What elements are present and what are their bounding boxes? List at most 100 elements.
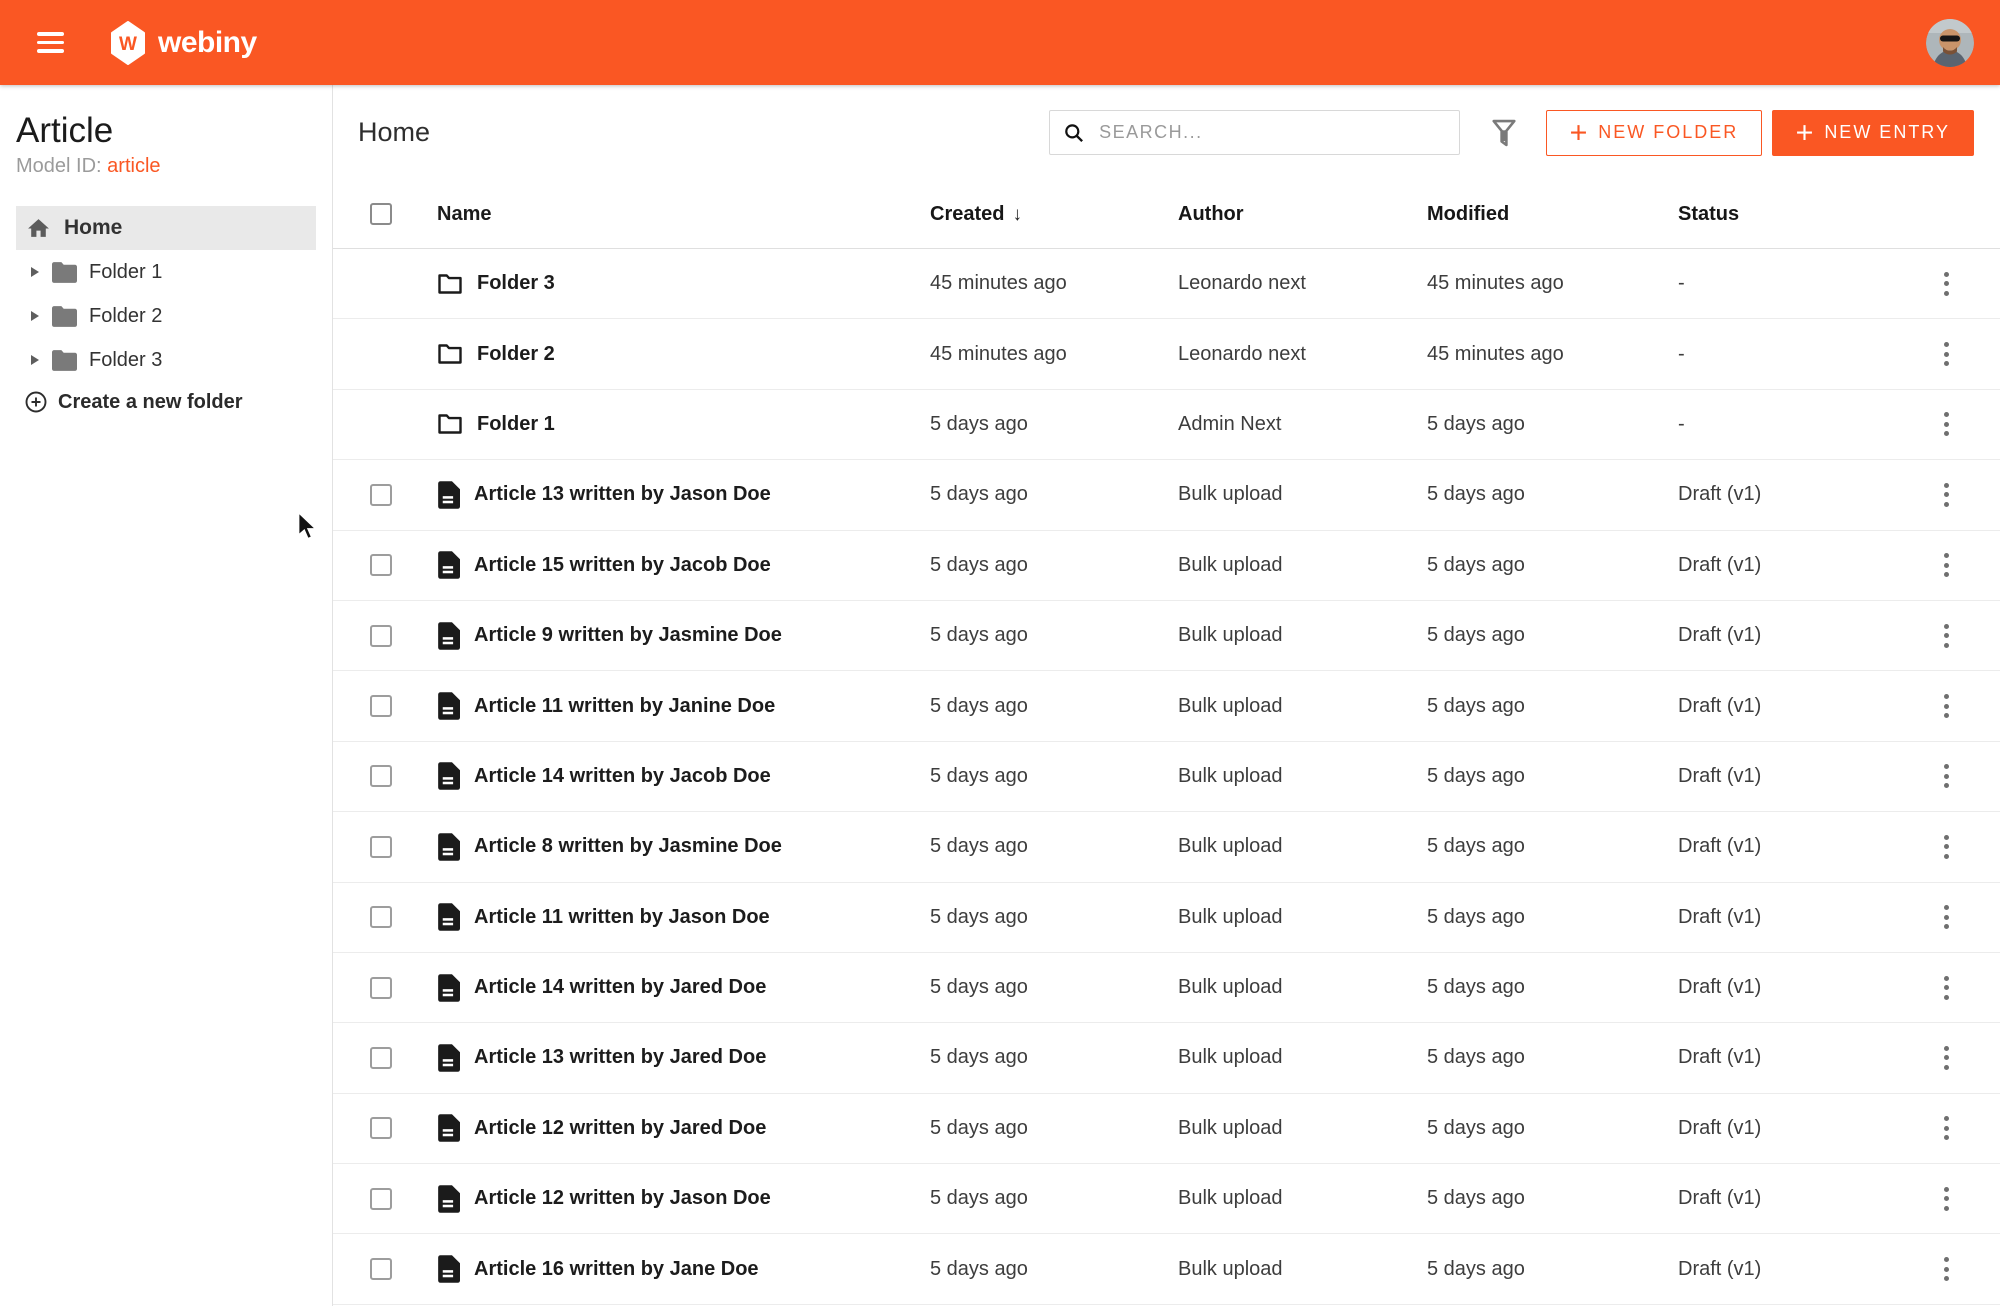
cell-status: Draft (v1) <box>1678 1258 1892 1281</box>
sidebar-item-folder[interactable]: Folder 3 <box>16 338 316 382</box>
cell-author: Bulk upload <box>1178 695 1427 718</box>
row-checkbox[interactable] <box>370 484 392 506</box>
cell-created: 5 days ago <box>930 765 1178 788</box>
cell-status: Draft (v1) <box>1678 695 1892 718</box>
table-row[interactable]: Article 11 written by Janine Doe 5 days … <box>333 671 2000 741</box>
row-checkbox[interactable] <box>370 977 392 999</box>
row-name-link[interactable]: Article 8 written by Jasmine Doe <box>474 835 782 858</box>
row-menu-button[interactable] <box>1938 1181 1955 1217</box>
row-checkbox[interactable] <box>370 1047 392 1069</box>
row-checkbox[interactable] <box>370 625 392 647</box>
sidebar-item-folder[interactable]: Folder 1 <box>16 250 316 294</box>
file-icon <box>437 622 460 650</box>
topbar: W webiny <box>0 0 2000 85</box>
row-menu-button[interactable] <box>1938 688 1955 724</box>
row-menu-button[interactable] <box>1938 406 1955 442</box>
table-row[interactable]: Article 11 written by Jason Doe 5 days a… <box>333 883 2000 953</box>
row-menu-button[interactable] <box>1938 1251 1955 1287</box>
row-checkbox[interactable] <box>370 1258 392 1280</box>
filter-button[interactable] <box>1491 118 1517 148</box>
row-menu-button[interactable] <box>1938 758 1955 794</box>
row-name-link[interactable]: Folder 2 <box>477 343 555 366</box>
plus-icon <box>1570 124 1587 141</box>
row-menu-button[interactable] <box>1938 266 1955 302</box>
row-name-link[interactable]: Article 12 written by Jared Doe <box>474 1117 766 1140</box>
row-name-link[interactable]: Article 12 written by Jason Doe <box>474 1187 771 1210</box>
row-name-link[interactable]: Folder 1 <box>477 413 555 436</box>
logo-initial: W <box>119 34 137 55</box>
cell-modified: 5 days ago <box>1427 1046 1678 1069</box>
table-row[interactable]: Article 8 written by Jasmine Doe 5 days … <box>333 812 2000 882</box>
row-menu-button[interactable] <box>1938 618 1955 654</box>
file-icon <box>437 1255 460 1283</box>
sidebar-folder-label: Folder 2 <box>89 305 162 328</box>
sidebar-item-folder[interactable]: Folder 2 <box>16 294 316 338</box>
table-row[interactable]: Article 12 written by Jared Doe 5 days a… <box>333 1094 2000 1164</box>
row-checkbox[interactable] <box>370 765 392 787</box>
row-menu-button[interactable] <box>1938 899 1955 935</box>
new-folder-button[interactable]: NEW FOLDER <box>1546 110 1762 156</box>
chevron-right-icon[interactable] <box>31 311 39 321</box>
row-name-link[interactable]: Article 11 written by Janine Doe <box>474 695 775 718</box>
row-menu-button[interactable] <box>1938 970 1955 1006</box>
column-header-name[interactable]: Name <box>437 203 930 226</box>
row-checkbox[interactable] <box>370 695 392 717</box>
folder-tree: Home Folder 1 <box>16 206 316 414</box>
table-row[interactable]: Article 13 written by Jason Doe 5 days a… <box>333 460 2000 530</box>
row-menu-button[interactable] <box>1938 1040 1955 1076</box>
cell-status: Draft (v1) <box>1678 835 1892 858</box>
table-row[interactable]: Article 14 written by Jacob Doe 5 days a… <box>333 742 2000 812</box>
table-row[interactable]: Folder 3 45 minutes ago Leonardo next 45… <box>333 249 2000 319</box>
select-all-checkbox[interactable] <box>370 203 392 225</box>
row-name-link[interactable]: Article 13 written by Jared Doe <box>474 1046 766 1069</box>
content-header: Home <box>333 85 2000 180</box>
row-name-link[interactable]: Article 16 written by Jane Doe <box>474 1258 759 1281</box>
table-row[interactable]: Article 14 written by Jared Doe 5 days a… <box>333 953 2000 1023</box>
row-checkbox[interactable] <box>370 836 392 858</box>
table-row[interactable]: Folder 1 5 days ago Admin Next 5 days ag… <box>333 390 2000 460</box>
row-menu-button[interactable] <box>1938 829 1955 865</box>
hamburger-menu-button[interactable] <box>37 32 64 53</box>
row-menu-button[interactable] <box>1938 1110 1955 1146</box>
table-row[interactable]: Article 13 written by Jared Doe 5 days a… <box>333 1023 2000 1093</box>
sidebar-item-home[interactable]: Home <box>16 206 316 250</box>
row-checkbox[interactable] <box>370 554 392 576</box>
row-name-link[interactable]: Article 15 written by Jacob Doe <box>474 554 771 577</box>
webiny-logo[interactable]: W webiny <box>111 21 257 65</box>
avatar-image <box>1926 19 1974 67</box>
cell-created: 45 minutes ago <box>930 343 1178 366</box>
row-name-link[interactable]: Article 11 written by Jason Doe <box>474 906 770 929</box>
table-row[interactable]: Article 16 written by Jane Doe 5 days ag… <box>333 1234 2000 1304</box>
chevron-right-icon[interactable] <box>31 355 39 365</box>
row-menu-button[interactable] <box>1938 477 1955 513</box>
row-checkbox[interactable] <box>370 1188 392 1210</box>
new-entry-button[interactable]: NEW ENTRY <box>1772 110 1974 156</box>
row-name-link[interactable]: Article 14 written by Jacob Doe <box>474 765 771 788</box>
row-menu-button[interactable] <box>1938 336 1955 372</box>
user-avatar[interactable] <box>1926 19 1974 67</box>
sidebar: Article Model ID: article Home <box>0 85 333 1306</box>
folder-icon <box>52 262 77 283</box>
cell-modified: 5 days ago <box>1427 1117 1678 1140</box>
row-menu-button[interactable] <box>1938 547 1955 583</box>
table-row[interactable]: Article 15 written by Jacob Doe 5 days a… <box>333 531 2000 601</box>
create-folder-button[interactable]: Create a new folder <box>16 390 316 414</box>
cell-created: 5 days ago <box>930 483 1178 506</box>
row-name-link[interactable]: Article 13 written by Jason Doe <box>474 483 771 506</box>
search-input[interactable] <box>1097 121 1446 144</box>
row-name-link[interactable]: Folder 3 <box>477 272 555 295</box>
column-header-created[interactable]: Created↓ <box>930 203 1178 226</box>
row-checkbox[interactable] <box>370 906 392 928</box>
row-name-link[interactable]: Article 14 written by Jared Doe <box>474 976 766 999</box>
row-checkbox[interactable] <box>370 1117 392 1139</box>
cell-name: Article 12 written by Jason Doe <box>437 1185 930 1213</box>
table-row[interactable]: Article 9 written by Jasmine Doe 5 days … <box>333 601 2000 671</box>
model-id-value: article <box>107 155 160 177</box>
row-name-link[interactable]: Article 9 written by Jasmine Doe <box>474 624 782 647</box>
cell-modified: 5 days ago <box>1427 976 1678 999</box>
table-row[interactable]: Article 12 written by Jason Doe 5 days a… <box>333 1164 2000 1234</box>
cell-name: Article 11 written by Janine Doe <box>437 692 930 720</box>
cell-created: 5 days ago <box>930 1258 1178 1281</box>
table-row[interactable]: Folder 2 45 minutes ago Leonardo next 45… <box>333 319 2000 389</box>
chevron-right-icon[interactable] <box>31 267 39 277</box>
